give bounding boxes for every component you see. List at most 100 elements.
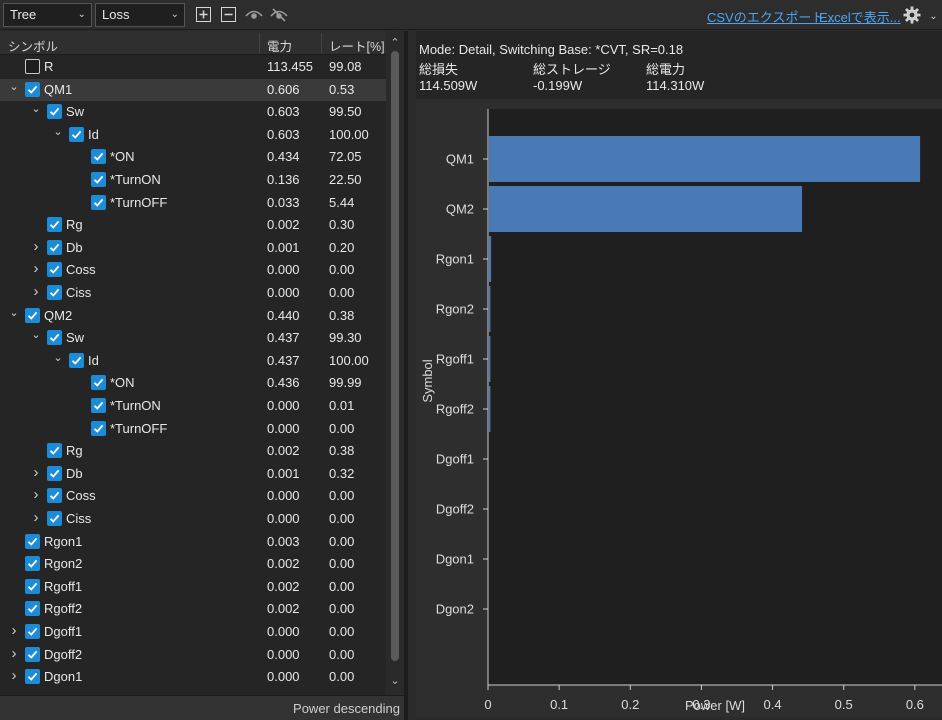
row-checkbox[interactable] [47, 104, 62, 120]
scroll-up-icon[interactable]: ⌃ [386, 35, 404, 51]
show-icon[interactable] [244, 6, 264, 23]
row-rate: 100.00 [329, 126, 369, 142]
tree-row[interactable]: Rgon2 0.002 0.00 [0, 553, 386, 576]
row-checkbox[interactable] [25, 646, 40, 662]
tree-row[interactable]: › Coss 0.000 0.00 [0, 259, 386, 282]
tree-row[interactable]: › Dgoff2 0.000 0.00 [0, 644, 386, 667]
tree-row[interactable]: › Db 0.001 0.32 [0, 463, 386, 486]
chevron-down-icon[interactable]: ⌄ [52, 125, 64, 139]
row-symbol: *TurnOFF [110, 420, 168, 436]
tree-row[interactable]: *TurnOFF 0.033 5.44 [0, 192, 386, 215]
row-checkbox[interactable] [91, 194, 106, 210]
scroll-down-icon[interactable]: ⌄ [386, 673, 404, 689]
row-power: 0.434 [267, 149, 300, 165]
row-checkbox[interactable] [47, 443, 62, 459]
tree-row[interactable]: ⌄ Sw 0.603 99.50 [0, 101, 386, 124]
row-checkbox[interactable] [25, 669, 40, 685]
loss-type-combo[interactable]: Loss ⌄ [95, 3, 185, 27]
column-header-symbol[interactable]: シンボル [8, 36, 58, 55]
chart-bar[interactable] [489, 386, 491, 432]
tree-row[interactable]: Rg 0.002 0.38 [0, 440, 386, 463]
chevron-down-icon[interactable]: ⌄ [30, 328, 42, 342]
gear-icon[interactable] [902, 5, 922, 25]
tree-row[interactable]: › Dgoff1 0.000 0.00 [0, 621, 386, 644]
row-checkbox[interactable] [91, 420, 106, 436]
excel-view-link[interactable]: Excelで表示... [819, 7, 901, 26]
chevron-down-icon[interactable]: ⌄ [30, 102, 42, 116]
collapse-all-icon[interactable] [220, 6, 237, 23]
tree-row[interactable]: › Db 0.001 0.20 [0, 237, 386, 260]
tree-row[interactable]: › Coss 0.000 0.00 [0, 485, 386, 508]
row-checkbox[interactable] [69, 126, 84, 142]
tree-row[interactable]: › Ciss 0.000 0.00 [0, 282, 386, 305]
row-checkbox[interactable] [25, 601, 40, 617]
chevron-right-icon[interactable]: › [30, 487, 42, 502]
row-checkbox[interactable] [47, 330, 62, 346]
view-mode-combo[interactable]: Tree ⌄ [3, 3, 92, 27]
tree-row[interactable]: › Dgon1 0.000 0.00 [0, 666, 386, 689]
column-header-rate[interactable]: レート[%] [329, 36, 385, 55]
tree-row[interactable]: *TurnOFF 0.000 0.00 [0, 418, 386, 441]
tree-row[interactable]: *ON 0.436 99.99 [0, 372, 386, 395]
vertical-scrollbar[interactable]: ⌃ ⌄ [386, 31, 404, 695]
tree-row[interactable]: ⌄ QM2 0.440 0.38 [0, 305, 386, 328]
chevron-right-icon[interactable]: › [30, 284, 42, 299]
row-checkbox[interactable] [91, 375, 106, 391]
scrollbar-thumb[interactable] [391, 51, 399, 661]
chevron-down-icon[interactable]: ⌄ [52, 351, 64, 365]
csv-export-link[interactable]: CSVのエクスポート... [707, 7, 835, 26]
row-checkbox[interactable] [91, 172, 106, 187]
row-checkbox[interactable] [25, 624, 40, 639]
row-checkbox[interactable] [91, 149, 106, 165]
chevron-right-icon[interactable]: › [8, 646, 20, 661]
row-checkbox[interactable] [25, 59, 40, 74]
tree-row[interactable]: Rgoff2 0.002 0.00 [0, 598, 386, 621]
tree-row[interactable]: Rg 0.002 0.30 [0, 214, 386, 237]
tree-row[interactable]: Rgoff1 0.002 0.00 [0, 576, 386, 599]
chevron-right-icon[interactable]: › [8, 668, 20, 683]
tree-row[interactable]: Rgon1 0.003 0.00 [0, 531, 386, 554]
row-checkbox[interactable] [25, 556, 40, 572]
column-header-power[interactable]: 電力 [267, 36, 292, 55]
tree-row[interactable]: › Ciss 0.000 0.00 [0, 508, 386, 531]
chevron-right-icon[interactable]: › [30, 510, 42, 525]
row-checkbox[interactable] [25, 307, 40, 323]
chart-bar[interactable] [489, 236, 492, 282]
row-checkbox[interactable] [91, 398, 106, 413]
chart-bar[interactable] [489, 136, 921, 182]
chevron-right-icon[interactable]: › [30, 261, 42, 276]
chevron-right-icon[interactable]: › [30, 465, 42, 480]
row-checkbox[interactable] [25, 578, 40, 594]
tree-row[interactable]: R 113.455 99.08 [0, 56, 386, 79]
row-checkbox[interactable] [47, 465, 62, 481]
row-checkbox[interactable] [47, 262, 62, 278]
chart-bar[interactable] [489, 186, 803, 232]
tree-row[interactable]: *TurnON 0.136 22.50 [0, 169, 386, 192]
chevron-right-icon[interactable]: › [30, 239, 42, 254]
tree-row[interactable]: *TurnON 0.000 0.01 [0, 395, 386, 418]
chart-bar[interactable] [489, 336, 491, 382]
chevron-down-icon[interactable]: ⌄ [8, 306, 20, 320]
tree-row[interactable]: *ON 0.434 72.05 [0, 146, 386, 169]
tree-row[interactable]: ⌄ QM1 0.606 0.53 [0, 78, 386, 102]
row-checkbox[interactable] [47, 511, 62, 526]
row-checkbox[interactable] [25, 81, 40, 97]
row-checkbox[interactable] [47, 217, 62, 233]
chevron-down-icon[interactable]: ⌄ [925, 8, 942, 25]
y-axis-title: Symbol [420, 359, 435, 402]
expand-all-icon[interactable] [195, 6, 212, 23]
row-checkbox[interactable] [47, 285, 62, 300]
loss-tree-panel: シンボル 電力 レート[%] R 113.455 99.08 ⌄ QM1 0.606 0.5… [0, 31, 404, 720]
chart-bar[interactable] [489, 286, 491, 332]
row-checkbox[interactable] [47, 239, 62, 255]
tree-row[interactable]: ⌄ Sw 0.437 99.30 [0, 327, 386, 350]
tree-row[interactable]: ⌄ Id 0.437 100.00 [0, 350, 386, 373]
row-symbol: *ON [110, 375, 135, 391]
row-checkbox[interactable] [69, 352, 84, 368]
chevron-right-icon[interactable]: › [8, 623, 20, 638]
row-checkbox[interactable] [47, 488, 62, 504]
hide-icon[interactable] [269, 6, 289, 23]
row-checkbox[interactable] [25, 533, 40, 549]
tree-row[interactable]: ⌄ Id 0.603 100.00 [0, 124, 386, 147]
chevron-down-icon[interactable]: ⌄ [8, 80, 20, 94]
